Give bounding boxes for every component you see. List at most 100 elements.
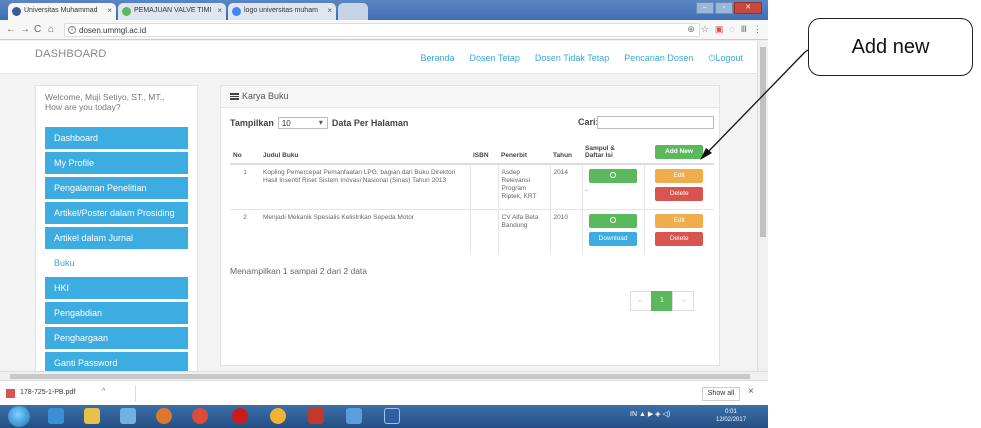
- show-all-button[interactable]: Show all: [702, 387, 740, 401]
- sidebar-item-pengalaman-penelitian[interactable]: Pengalaman Penelitian: [45, 177, 188, 199]
- tool-icon[interactable]: [346, 408, 362, 424]
- close-window-button[interactable]: ✕: [734, 2, 762, 14]
- view-cover-button[interactable]: [589, 214, 637, 228]
- favicon-icon: [12, 7, 21, 16]
- page-length-select[interactable]: 10: [277, 117, 328, 129]
- scroll-thumb[interactable]: [10, 374, 750, 379]
- close-icon[interactable]: ×: [748, 386, 754, 397]
- cell-no: 1: [230, 163, 260, 210]
- cell-no: 2: [230, 209, 260, 254]
- col-actions: Add New: [644, 134, 714, 165]
- eye-icon: [610, 172, 616, 179]
- firefox-icon[interactable]: [156, 408, 172, 424]
- back-icon[interactable]: ←: [6, 24, 16, 35]
- forward-icon[interactable]: →: [20, 24, 30, 35]
- download-button[interactable]: Download: [589, 232, 637, 246]
- tab-close-icon[interactable]: ×: [107, 6, 112, 15]
- edit-button[interactable]: Edit: [655, 214, 704, 228]
- add-new-button[interactable]: Add New: [655, 145, 703, 159]
- new-tab-button[interactable]: [338, 3, 368, 20]
- pager-next[interactable]: →: [672, 291, 694, 311]
- zoom-icon[interactable]: ⊕: [687, 24, 695, 35]
- chrome-icon[interactable]: [192, 408, 208, 424]
- sidebar-item-my-profile[interactable]: My Profile: [45, 152, 188, 174]
- info-icon[interactable]: i: [68, 26, 76, 34]
- sidebar-item-ganti-password[interactable]: Ganti Password: [45, 352, 188, 371]
- start-button[interactable]: [8, 406, 30, 427]
- tab-close-icon[interactable]: ×: [327, 6, 332, 15]
- download-item[interactable]: 178-725-1-PB.pdf ^: [6, 385, 136, 402]
- welcome-sub: How are you today?: [45, 102, 121, 112]
- welcome-text: Welcome, Muji Setiyo, ST., MT., How are …: [45, 92, 164, 112]
- col-sampul[interactable]: Sampul & Daftar Isi: [582, 134, 644, 165]
- edit-button[interactable]: Edit: [655, 169, 704, 183]
- reload-icon[interactable]: C: [34, 24, 41, 35]
- menu-icon[interactable]: ⋮: [753, 24, 762, 35]
- word-icon[interactable]: [384, 408, 400, 424]
- nav-logout[interactable]: ⏻Logout: [708, 53, 743, 64]
- search-input[interactable]: [597, 116, 714, 129]
- chevron-up-icon[interactable]: ^: [102, 388, 105, 395]
- browser-window: Universitas Muhammad × PEMAJUAN VALVE TI…: [0, 0, 768, 428]
- view-cover-button[interactable]: [589, 169, 637, 183]
- col-isbn[interactable]: ISBN: [470, 134, 498, 165]
- col-no[interactable]: No: [230, 134, 260, 165]
- col-penerbit[interactable]: Penerbit: [498, 134, 550, 165]
- tab-pemajuan[interactable]: PEMAJUAN VALVE TIMI ×: [118, 3, 226, 20]
- horizontal-scrollbar[interactable]: [0, 371, 768, 380]
- clock-date: 12/02/2017: [716, 417, 747, 423]
- sidebar-item-hki[interactable]: HKI: [45, 277, 188, 299]
- extension-icon[interactable]: Ⅲ: [741, 24, 747, 35]
- clock[interactable]: 0:01 12/02/2017: [716, 408, 746, 424]
- col-judul[interactable]: Judul Buku: [260, 134, 470, 165]
- folder-icon[interactable]: [84, 408, 100, 424]
- tab-logo[interactable]: logo universitas muham ×: [228, 3, 336, 20]
- nav-dosen-tidak-tetap[interactable]: Dosen Tidak Tetap: [535, 53, 609, 64]
- opera-icon[interactable]: [232, 408, 248, 424]
- app-icon[interactable]: [270, 408, 286, 424]
- col-sampul-line1: Sampul &: [585, 145, 615, 152]
- extension-icons: ⊕ ☆ ▣ ◌ Ⅲ ⋮: [687, 24, 762, 35]
- sidebar-item-buku[interactable]: Buku: [45, 252, 188, 274]
- favicon-icon: [122, 7, 131, 16]
- search-label: Cari:: [578, 117, 599, 127]
- sidebar-item-pengabdian[interactable]: Pengabdian: [45, 302, 188, 324]
- welcome-line: Welcome, Muji Setiyo, ST., MT.,: [45, 92, 165, 102]
- sidebar-item-artikel-prosiding[interactable]: Artikel/Poster dalam Prosiding: [45, 202, 188, 224]
- system-tray[interactable]: IN ▲ ▶ ◈ ◁): [630, 410, 670, 418]
- extension-icon[interactable]: ▣: [715, 24, 724, 35]
- nav-pencarian-dosen[interactable]: Pencarian Dosen: [624, 53, 693, 64]
- panel-header: Karya Buku: [221, 86, 719, 108]
- site-brand[interactable]: DASHBOARD: [35, 48, 106, 60]
- address-bar: ← → C ⌂ i dosen.ummgl.ac.id ⊕ ☆ ▣ ◌ Ⅲ ⋮: [0, 20, 768, 40]
- delete-button[interactable]: Delete: [655, 232, 704, 246]
- pdf-reader-icon[interactable]: [308, 408, 324, 424]
- home-icon[interactable]: ⌂: [48, 24, 54, 35]
- tab-universitas[interactable]: Universitas Muhammad ×: [8, 3, 116, 20]
- tab-title: logo universitas muham: [244, 7, 318, 14]
- col-tahun[interactable]: Tahun: [550, 134, 582, 165]
- url-input[interactable]: i dosen.ummgl.ac.id: [64, 23, 700, 37]
- pager-prev[interactable]: ←: [630, 291, 652, 311]
- extension-icon[interactable]: ◌: [729, 24, 734, 35]
- tab-close-icon[interactable]: ×: [217, 6, 222, 15]
- tab-title: Universitas Muhammad: [24, 7, 98, 14]
- nav-dosen-tetap[interactable]: Dosen Tetap: [470, 53, 520, 64]
- vertical-scrollbar[interactable]: [757, 41, 768, 371]
- cell-tahun: 2014: [549, 163, 582, 210]
- sidebar-item-penghargaan[interactable]: Penghargaan: [45, 327, 188, 349]
- pager-page-1[interactable]: 1: [651, 291, 673, 311]
- nav-beranda[interactable]: Beranda: [421, 53, 455, 64]
- karya-buku-panel: Karya Buku Tampilkan 10 Data Per Halaman…: [220, 85, 720, 366]
- scroll-thumb[interactable]: [760, 47, 766, 237]
- web-page: DASHBOARD Beranda Dosen Tetap Dosen Tida…: [0, 41, 757, 371]
- bookmark-star-icon[interactable]: ☆: [701, 24, 709, 35]
- delete-button[interactable]: Delete: [655, 187, 704, 201]
- minimize-button[interactable]: –: [696, 2, 714, 14]
- sidebar-item-artikel-jurnal[interactable]: Artikel dalam Jurnal: [45, 227, 188, 249]
- tab-title: PEMAJUAN VALVE TIMI: [134, 7, 212, 14]
- ie-icon[interactable]: [48, 408, 64, 424]
- maximize-button[interactable]: ▫: [715, 2, 733, 14]
- media-icon[interactable]: [120, 408, 136, 424]
- sidebar-item-dashboard[interactable]: Dashboard: [45, 127, 188, 149]
